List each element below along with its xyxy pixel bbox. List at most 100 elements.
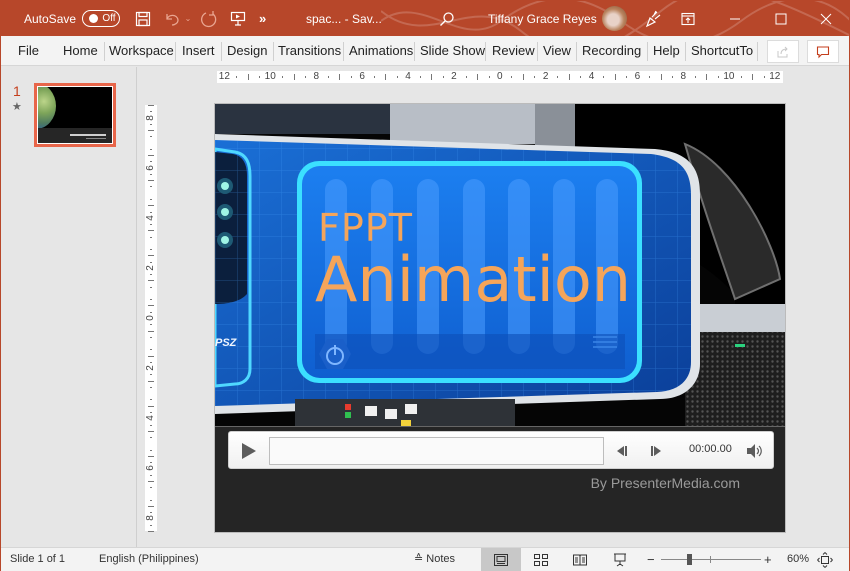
tab-recording[interactable]: Recording (582, 36, 641, 66)
animation-star-icon: ★ (12, 101, 22, 113)
ruler-tick (150, 311, 152, 313)
tab-shortcutto[interactable]: ShortcutTo (691, 36, 753, 66)
ruler-tick (259, 76, 261, 78)
ruler-tick (568, 74, 570, 80)
normal-view-button[interactable] (481, 548, 521, 571)
comments-button[interactable] (807, 40, 839, 63)
fit-slide-button[interactable] (807, 548, 843, 571)
language-indicator[interactable]: English (Philippines) (99, 548, 199, 571)
search-button[interactable] (433, 1, 461, 36)
avatar[interactable] (602, 6, 627, 31)
ruler-tick (150, 512, 152, 514)
ruler-label: 6 (359, 71, 365, 82)
tab-slide-show[interactable]: Slide Show (420, 36, 485, 66)
ruler-tick (672, 76, 673, 78)
redo-button[interactable] (195, 1, 223, 36)
tab-view[interactable]: View (543, 36, 571, 66)
ruler-tick (150, 274, 152, 276)
ruler-tick (717, 76, 719, 78)
save-button[interactable] (129, 1, 157, 36)
ruler-label: 2 (451, 71, 457, 82)
tab-animations[interactable]: Animations (349, 36, 413, 66)
ruler-tick (603, 76, 605, 78)
media-progress-bar[interactable] (269, 437, 604, 465)
ruler-tick (488, 76, 490, 78)
ruler-label: 12 (218, 71, 230, 82)
ruler-label: 4 (588, 71, 595, 82)
ruler-tick (150, 399, 152, 401)
ruler-label: 4 (405, 71, 411, 82)
tab-separator (576, 42, 577, 61)
play-button[interactable] (240, 441, 258, 461)
search-icon (440, 11, 454, 26)
ribbon-tabs: File Home Workspace Insert Design Transi… (1, 36, 849, 66)
ruler-tick (148, 531, 154, 532)
slide-canvas[interactable]: PSZ FPPT Animation Embedded PowerPoint V… (214, 103, 786, 533)
reading-view-button[interactable] (560, 548, 600, 571)
tab-home[interactable]: Home (63, 36, 98, 66)
media-controls: 00:00.00 (228, 431, 774, 469)
tab-help[interactable]: Help (653, 36, 680, 66)
ribbon-display-icon (681, 12, 695, 25)
video-frame[interactable]: PSZ FPPT Animation (215, 104, 785, 427)
tab-review[interactable]: Review (492, 36, 535, 66)
zoom-slider-track[interactable] (661, 559, 761, 560)
tab-workspace[interactable]: Workspace (109, 36, 174, 66)
zoom-slider-thumb[interactable] (686, 554, 692, 565)
minimize-button[interactable] (712, 1, 758, 36)
ruler-label: 8 (144, 515, 156, 522)
ruler-tick (150, 374, 152, 376)
zoom-out-button[interactable]: − (647, 548, 655, 571)
powerpoint-window: AutoSave Off ⌄ » spac... - Sav... Tiffan… (0, 0, 850, 571)
ruler-tick (339, 74, 341, 80)
slide-thumbnail[interactable] (34, 83, 116, 147)
slide-show-icon (614, 553, 626, 566)
zoom-level[interactable]: 60% (787, 548, 809, 571)
slide-sorter-button[interactable] (521, 548, 561, 571)
tab-design[interactable]: Design (227, 36, 267, 66)
slide-show-button[interactable] (600, 548, 640, 571)
ruler-tick (150, 111, 152, 113)
horizontal-ruler[interactable]: 12 10 8 6 4 2 0 2 4 6 8 10 12 (217, 71, 783, 83)
ruler-tick (148, 230, 154, 232)
vertical-ruler[interactable]: 8 6 4 2 0 2 4 6 8 (144, 105, 157, 532)
ribbon-display-options-button[interactable] (674, 1, 702, 36)
ruler-label: 10 (264, 71, 276, 82)
ruler-tick (373, 76, 375, 78)
autosave-state: Off (102, 13, 116, 24)
autosave-toggle[interactable]: Off (82, 10, 120, 27)
present-from-beginning-button[interactable] (224, 1, 252, 36)
ruler-tick (150, 474, 152, 476)
tab-transitions[interactable]: Transitions (278, 36, 341, 66)
tab-file[interactable]: File (18, 36, 39, 66)
ruler-tick (580, 76, 582, 78)
ruler-tick (694, 76, 696, 78)
user-name[interactable]: Tiffany Grace Reyes (488, 1, 597, 36)
ruler-tick (465, 76, 467, 78)
tab-insert[interactable]: Insert (182, 36, 215, 66)
undo-dropdown-icon[interactable]: ⌄ (183, 1, 193, 36)
ruler-tick (150, 524, 152, 526)
step-back-button[interactable] (615, 443, 629, 459)
maximize-button[interactable] (758, 1, 804, 36)
ruler-tick (150, 261, 152, 263)
volume-button[interactable] (745, 442, 765, 460)
close-button[interactable] (803, 1, 849, 36)
ruler-label: 0 (144, 315, 156, 321)
ruler-label: 2 (144, 265, 156, 271)
notes-button[interactable]: ≙ Notes (414, 548, 455, 571)
ruler-label: 12 (769, 71, 781, 82)
ruler-tick (150, 211, 152, 213)
coauthor-button[interactable] (639, 1, 667, 36)
file-title[interactable]: spac... - Sav... (306, 1, 382, 36)
ruler-tick (706, 74, 708, 80)
step-forward-button[interactable] (649, 443, 663, 459)
ruler-tick (247, 74, 249, 80)
more-commands-icon[interactable]: » (259, 1, 266, 36)
zoom-in-button[interactable]: + (764, 548, 772, 571)
ruler-label: 6 (144, 465, 156, 472)
video-title-line1: FPPT (318, 206, 413, 250)
redo-icon (201, 10, 217, 27)
minimize-icon (730, 18, 740, 19)
share-button[interactable] (767, 40, 799, 63)
